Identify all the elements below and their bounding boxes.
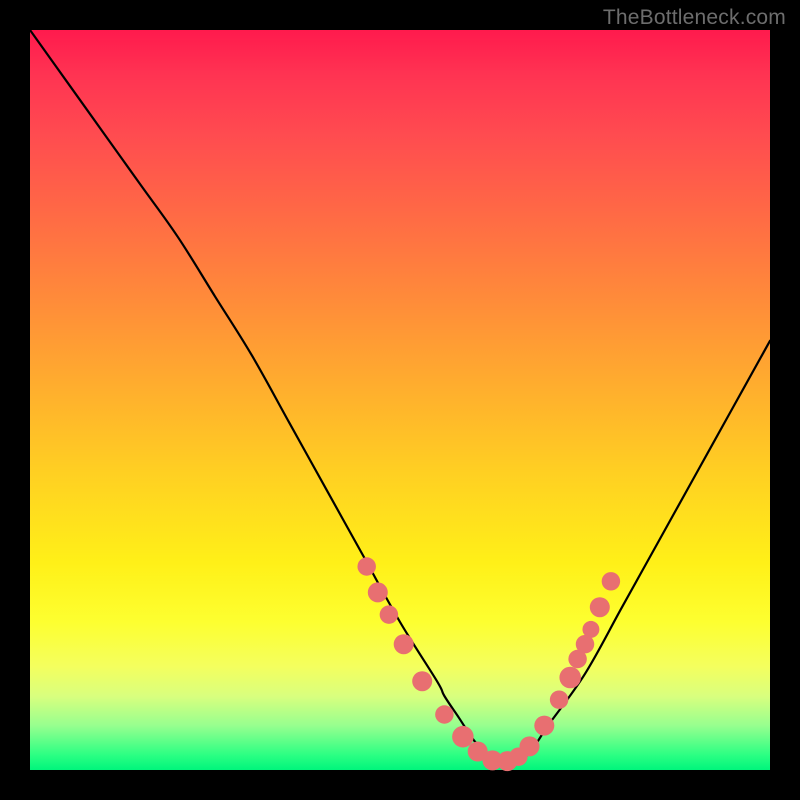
bottleneck-curve (30, 30, 770, 764)
highlight-dot (357, 557, 375, 575)
highlight-dots (357, 557, 620, 771)
highlight-dot (559, 667, 581, 689)
highlight-dot (394, 634, 414, 654)
highlight-dot (550, 690, 568, 708)
highlight-dot (412, 671, 432, 691)
curve-layer (30, 30, 770, 770)
highlight-dot (435, 705, 453, 723)
highlight-dot (590, 597, 610, 617)
highlight-dot (602, 572, 620, 590)
highlight-dot (452, 726, 474, 748)
watermark-text: TheBottleneck.com (603, 6, 786, 30)
highlight-dot (534, 716, 554, 736)
highlight-dot (380, 605, 398, 623)
highlight-dot (582, 621, 599, 638)
highlight-dot (368, 582, 388, 602)
highlight-dot (519, 736, 539, 756)
plot-area (30, 30, 770, 770)
chart-frame: TheBottleneck.com (0, 0, 800, 800)
